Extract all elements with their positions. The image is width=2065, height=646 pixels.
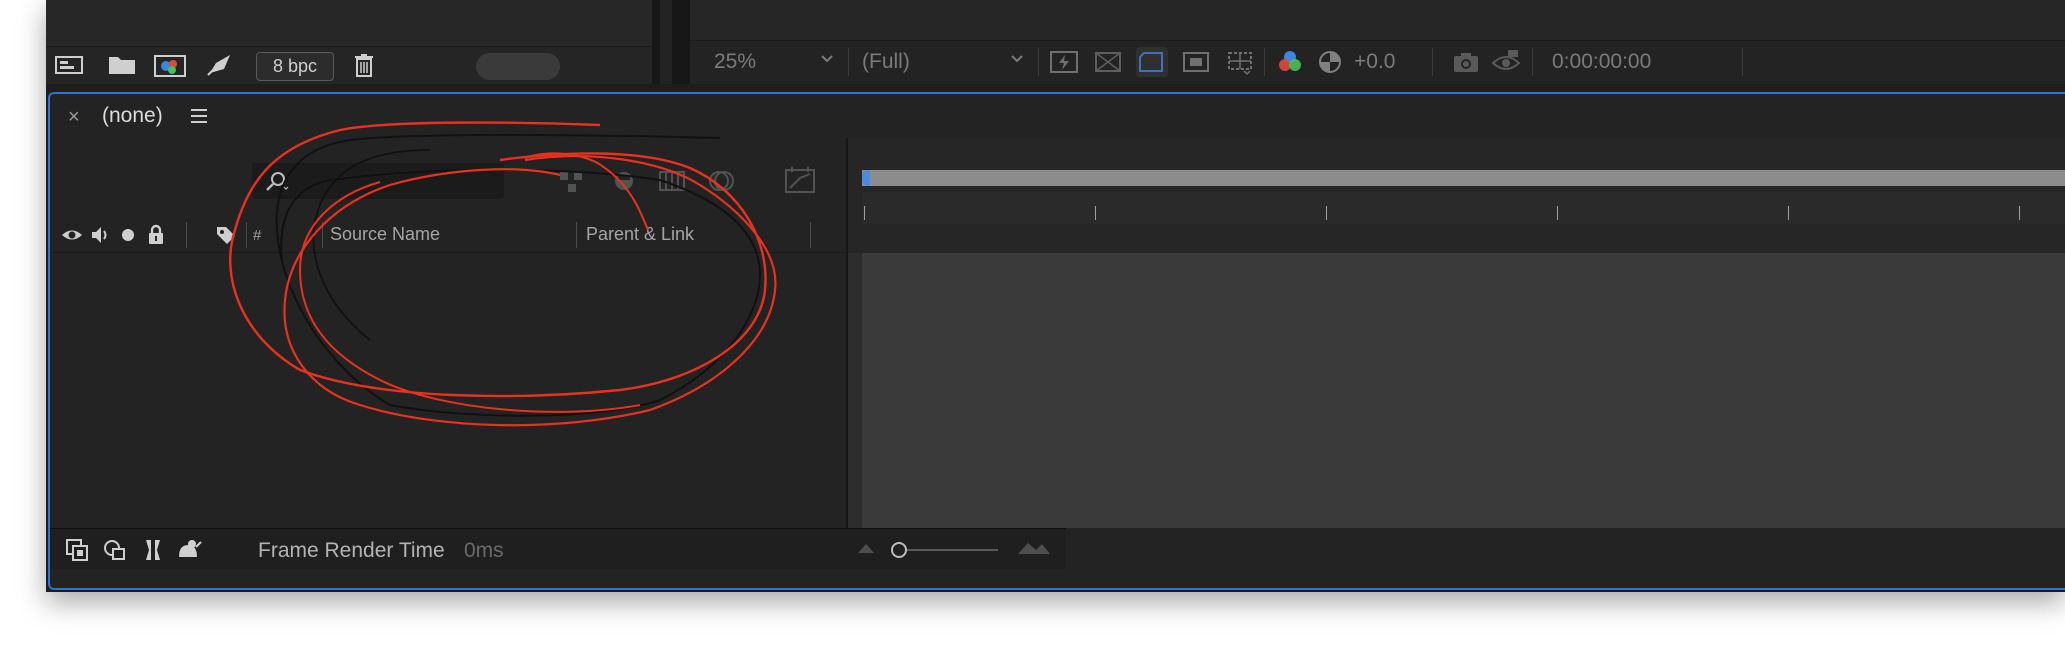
snapshot-camera-icon[interactable]: [1450, 47, 1482, 77]
source-name-column[interactable]: Source Name: [330, 224, 440, 245]
toolbar-divider: [1432, 48, 1433, 76]
new-composition-icon[interactable]: [152, 51, 188, 79]
time-ruler[interactable]: [862, 192, 2065, 224]
zoom-out-mountain-icon[interactable]: [856, 541, 876, 555]
composition-panel: 25% (Full) +0.0 0:00:00:00: [690, 0, 2065, 84]
ruler-tick: [864, 206, 865, 220]
composition-mini-flowchart-icon[interactable]: [554, 164, 590, 198]
toolbar-divider: [1038, 48, 1039, 76]
region-of-interest-icon[interactable]: [1136, 47, 1168, 77]
ruler-tick: [2019, 206, 2020, 220]
interpret-footage-icon[interactable]: [52, 51, 88, 79]
eye-icon[interactable]: [60, 223, 84, 247]
column-divider[interactable]: [322, 222, 323, 248]
new-folder-icon[interactable]: [104, 51, 140, 79]
chevron-down-icon[interactable]: [1010, 52, 1024, 66]
transparency-grid-icon[interactable]: [1092, 47, 1124, 77]
show-snapshot-icon[interactable]: [1490, 47, 1522, 77]
project-item-list[interactable]: [46, 0, 652, 47]
column-divider[interactable]: [576, 222, 577, 248]
reset-exposure-icon[interactable]: [1314, 47, 1346, 77]
label-tag-icon[interactable]: [214, 223, 238, 247]
layer-bar-area[interactable]: [862, 253, 2065, 528]
grid-guides-icon[interactable]: [1224, 47, 1256, 77]
project-scroll-pill[interactable]: [476, 53, 560, 80]
graph-editor-icon[interactable]: [782, 164, 818, 198]
timeline-tab-title[interactable]: (none): [102, 104, 163, 128]
project-panel: 8 bpc: [46, 0, 652, 84]
timeline-panel: × (none) # Source Name Parent & Link Fra…: [48, 92, 2065, 590]
lock-icon[interactable]: [144, 223, 168, 247]
solo-dot-icon[interactable]: [116, 223, 140, 247]
toolbar-divider: [1742, 48, 1743, 76]
column-divider[interactable]: [186, 222, 187, 248]
resolution-dropdown[interactable]: (Full): [862, 50, 910, 74]
project-toolbar: 8 bpc: [46, 47, 652, 84]
layer-search-input[interactable]: [252, 163, 504, 199]
toolbar-divider: [1532, 48, 1533, 76]
timeline-tab-bar: × (none): [50, 94, 2065, 138]
work-area-start-handle[interactable]: [862, 170, 870, 186]
in-out-duration-toggle-icon[interactable]: [140, 537, 166, 563]
ruler-tick: [1788, 206, 1789, 220]
magnification-dropdown[interactable]: 25%: [714, 50, 756, 74]
ruler-tick: [1095, 206, 1096, 220]
time-graph: [848, 138, 2065, 528]
timeline-status-bar-right: [1066, 528, 2065, 568]
after-effects-window: 8 bpc 25% (Full) +0.0 0:00:00:00 × (none…: [46, 0, 2065, 592]
frame-render-time-value: 0ms: [464, 539, 504, 562]
composition-toolbar: 25% (Full) +0.0 0:00:00:00: [690, 42, 2065, 82]
panel-divider[interactable]: [652, 0, 690, 84]
timeline-status-bar: Frame Render Time 0ms: [50, 528, 1066, 569]
project-color-depth-button[interactable]: 8 bpc: [256, 52, 334, 81]
layer-list[interactable]: [50, 253, 846, 528]
motion-blur-icon[interactable]: [704, 164, 740, 198]
exposure-value[interactable]: +0.0: [1354, 50, 1395, 74]
audio-speaker-icon[interactable]: [88, 223, 112, 247]
draft-3d-icon[interactable]: [606, 164, 642, 198]
trash-icon[interactable]: [346, 51, 382, 79]
frame-render-time-label: Frame Render Time: [258, 539, 445, 562]
close-tab-button[interactable]: ×: [68, 106, 80, 129]
layer-column-header: # Source Name Parent & Link: [50, 218, 846, 253]
current-time-display[interactable]: 0:00:00:00: [1552, 50, 1651, 74]
layer-bar-gutter: [848, 253, 862, 528]
toolbar-divider: [1264, 48, 1265, 76]
rocket-icon[interactable]: [202, 51, 238, 79]
parent-link-column[interactable]: Parent & Link: [586, 224, 694, 245]
composition-viewer[interactable]: [690, 0, 2065, 41]
mask-visibility-icon[interactable]: [1180, 47, 1212, 77]
layer-switches-toggle-icon[interactable]: [64, 537, 90, 563]
toolbar-divider: [848, 48, 849, 76]
render-time-toggle-icon[interactable]: [176, 537, 202, 563]
frame-blending-icon[interactable]: [654, 164, 690, 198]
column-divider[interactable]: [246, 222, 247, 248]
ruler-tick: [1326, 206, 1327, 220]
panel-menu-icon[interactable]: [188, 106, 210, 126]
chevron-down-icon[interactable]: [820, 52, 834, 66]
color-channels-icon[interactable]: [1274, 47, 1306, 77]
fast-previews-icon[interactable]: [1048, 47, 1080, 77]
time-zoom-slider[interactable]: [890, 541, 1000, 559]
search-icon[interactable]: [264, 169, 290, 193]
transfer-controls-toggle-icon[interactable]: [102, 537, 128, 563]
ruler-tick: [1557, 206, 1558, 220]
work-area-bar[interactable]: [862, 170, 2065, 186]
layer-number-column[interactable]: #: [253, 227, 261, 244]
column-divider[interactable]: [810, 222, 811, 248]
scrollbar-track[interactable]: [660, 0, 672, 84]
zoom-in-mountain-icon[interactable]: [1016, 540, 1052, 556]
